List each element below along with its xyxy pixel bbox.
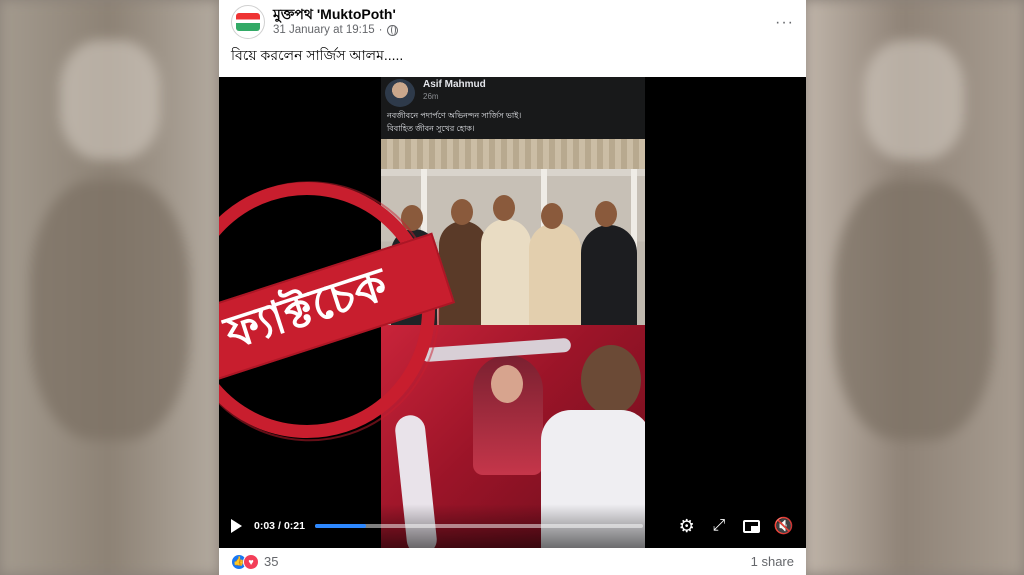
- embedded-time: 26m: [423, 92, 439, 101]
- picture-in-picture-icon[interactable]: [741, 515, 762, 537]
- love-reaction-icon[interactable]: ♥: [243, 553, 259, 570]
- video-controls: 0:03 / 0:21 ⚙ ⤢ 🔇: [219, 504, 806, 548]
- progress-bar[interactable]: [314, 524, 644, 528]
- embedded-avatar: [385, 79, 415, 107]
- share-count[interactable]: 1 share: [751, 554, 794, 569]
- page-avatar[interactable]: [231, 5, 265, 39]
- current-time: 0:03: [254, 520, 276, 532]
- page-logo: [236, 13, 260, 31]
- post-footer: 👍 ♥ 35 1 share: [219, 548, 806, 575]
- play-icon[interactable]: [231, 519, 242, 533]
- blurred-background-left: [0, 0, 219, 575]
- embedded-text-line-1: নবজীবনে পদার্পণে অভিনন্দন সার্জিস ভাই।: [387, 111, 522, 120]
- more-options-button[interactable]: ···: [775, 14, 794, 32]
- post-header: মুক্তপথ 'MuktoPoth' 31 January at 19:15 …: [219, 0, 806, 44]
- duration: 0:21: [283, 520, 305, 532]
- fact-check-band: ফ্যাক্টচেক: [219, 232, 456, 392]
- post-date-row: 31 January at 19:15 ·: [273, 23, 398, 38]
- post-date-link[interactable]: 31 January at 19:15: [273, 23, 375, 38]
- viewer: মুক্তপথ 'MuktoPoth' 31 January at 19:15 …: [0, 0, 1024, 575]
- globe-icon: [386, 25, 398, 36]
- fact-check-label: ফ্যাক্টচেক: [219, 256, 395, 360]
- post-meta: মুক্তপথ 'MuktoPoth' 31 January at 19:15 …: [273, 6, 398, 38]
- progress-fill: [314, 524, 366, 528]
- settings-icon[interactable]: ⚙: [676, 515, 697, 537]
- page-name-link[interactable]: মুক্তপথ 'MuktoPoth': [273, 6, 398, 23]
- timecode: 0:03 / 0:21: [254, 520, 305, 532]
- embedded-author: Asif Mahmud: [423, 79, 486, 90]
- embedded-post-header: Asif Mahmud 26m নবজীবনে পদার্পণে অভিনন্দ…: [381, 77, 645, 139]
- volume-muted-icon[interactable]: 🔇: [773, 515, 794, 537]
- reaction-count[interactable]: 35: [264, 554, 278, 569]
- blurred-background-right: [804, 0, 1024, 575]
- facebook-post: মুক্তপথ 'MuktoPoth' 31 January at 19:15 …: [219, 0, 806, 575]
- expand-icon[interactable]: ⤢: [708, 515, 729, 537]
- embedded-text-line-2: বিবাহিত জীবন সুখের হোক।: [387, 124, 475, 133]
- video-player[interactable]: Asif Mahmud 26m নবজীবনে পদার্পণে অভিনন্দ…: [219, 77, 806, 548]
- post-caption: বিয়ে করলেন সার্জিস আলম.....: [231, 47, 404, 63]
